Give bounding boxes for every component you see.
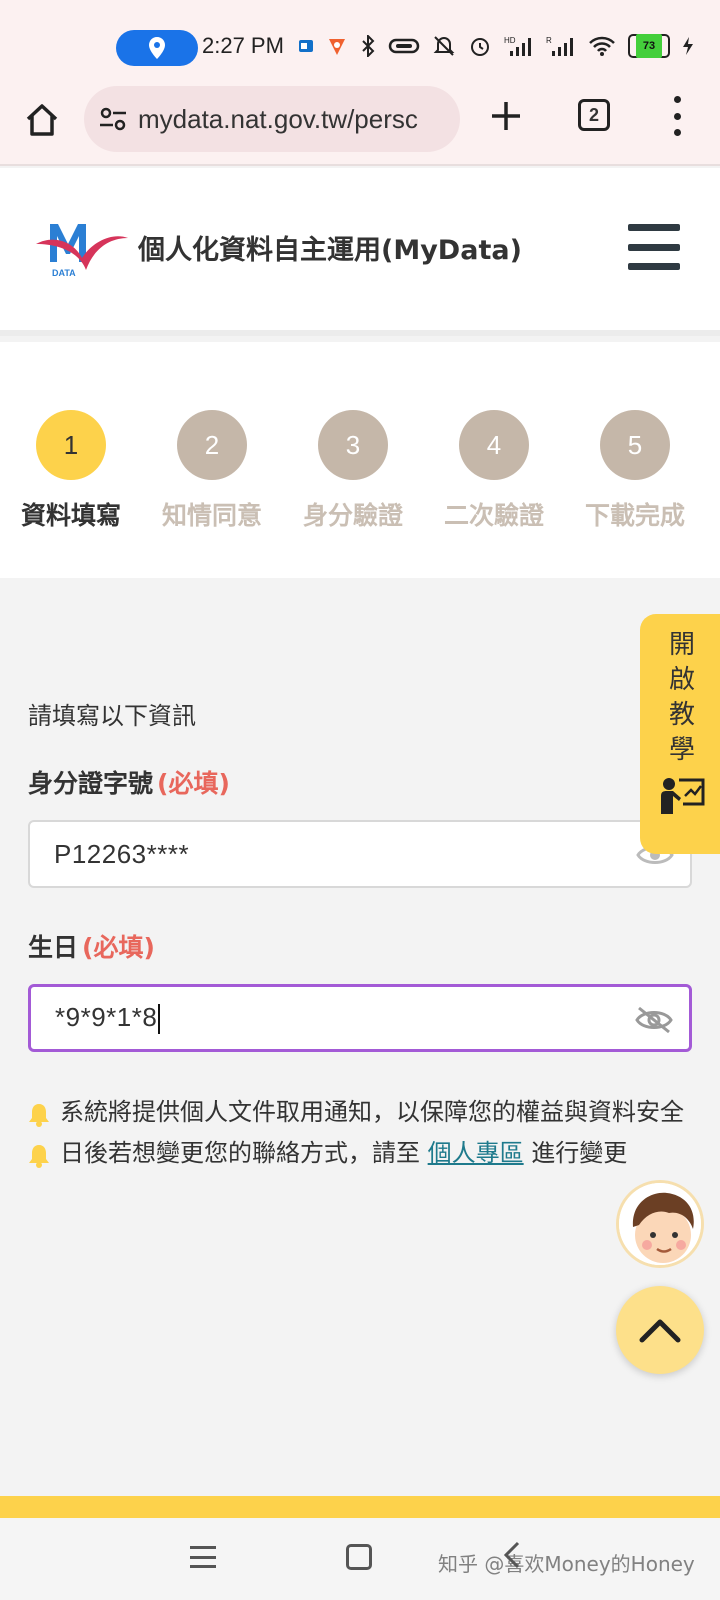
step-number: 5: [600, 410, 670, 480]
step-label: 身分驗證: [302, 501, 403, 530]
recent-apps-icon[interactable]: [190, 1546, 216, 1568]
tab-switcher-button[interactable]: 2: [578, 99, 610, 131]
notice-text: 進行變更: [523, 1139, 628, 1167]
vibrate-icon: [388, 34, 420, 58]
home-nav-icon[interactable]: [346, 1544, 372, 1570]
site-settings-icon[interactable]: [98, 104, 128, 134]
id-number-value: P12263****: [54, 838, 190, 869]
browser-toolbar: mydata.nat.gov.tw/persc 2: [0, 86, 720, 166]
notice-text: 系統將提供個人文件取用通知，以保障您的權益與資料安全: [60, 1098, 684, 1126]
step-2: 2 知情同意: [140, 410, 284, 532]
url-text: mydata.nat.gov.tw/persc: [138, 103, 418, 134]
birthday-value-text: *9*9*1*8: [55, 1001, 158, 1032]
bell-icon: [29, 1104, 49, 1127]
new-tab-icon[interactable]: [488, 98, 524, 134]
system-nav-bar: 知乎 @喜欢Money的Honey: [0, 1518, 720, 1600]
form-section: 請填寫以下資訊 身分證字號 (必填) P12263**** 生日 (必填) *9*9…: [0, 578, 720, 1496]
alarm-icon: [468, 34, 492, 58]
status-icons: HD R 73: [298, 34, 694, 58]
footer-stripe: [0, 1496, 720, 1518]
required-marker: (必填): [157, 769, 230, 798]
birthday-label-text: 生日: [28, 933, 79, 962]
step-number: 2: [177, 410, 247, 480]
chevron-up-icon: [639, 1319, 681, 1343]
step-1: 1 資料填寫: [0, 410, 143, 532]
birthday-value: *9*9*1*8: [55, 1001, 161, 1035]
step-3: 3 身分驗證: [281, 410, 425, 532]
wifi-icon: [588, 34, 616, 58]
mydata-logo[interactable]: DATA: [34, 214, 130, 280]
outlook-icon: [298, 34, 314, 58]
bluetooth-icon: [360, 34, 376, 58]
required-marker: (必填): [82, 933, 155, 962]
form-intro: 請填寫以下資訊: [28, 702, 196, 730]
notice-item: 系統將提供個人文件取用通知，以保障您的權益與資料安全: [26, 1092, 686, 1133]
battery-icon: 73: [628, 34, 670, 58]
bell-icon: [29, 1145, 49, 1168]
step-number: 1: [36, 410, 106, 480]
site-header: DATA 個人化資料自主運用(MyData): [0, 168, 720, 336]
step-number: 4: [459, 410, 529, 480]
tutorial-tab[interactable]: 開啟教學: [640, 614, 720, 854]
hamburger-menu-icon[interactable]: [628, 224, 680, 270]
battery-level: 73: [635, 34, 663, 58]
notice-item: 日後若想變更您的聯絡方式，請至 個人專區 進行變更: [26, 1133, 686, 1174]
birthday-label: 生日 (必填): [28, 928, 155, 964]
signal-hd-icon: HD: [504, 34, 534, 58]
assistant-avatar[interactable]: [616, 1180, 704, 1268]
step-label: 二次驗證: [443, 501, 544, 530]
step-label: 知情同意: [161, 501, 262, 530]
browser-menu-icon[interactable]: [668, 96, 686, 136]
id-number-label-text: 身分證字號: [28, 769, 154, 798]
site-title: 個人化資料自主運用(MyData): [138, 235, 522, 266]
step-4: 4 二次驗證: [422, 410, 566, 532]
app-icon: [326, 34, 348, 58]
text-caret: [158, 1004, 161, 1035]
step-label: 資料填寫: [20, 501, 121, 530]
location-icon: [149, 37, 165, 59]
status-bar: 2:27 PM HD R 73: [0, 0, 720, 86]
scroll-to-top-button[interactable]: [616, 1286, 704, 1374]
home-icon[interactable]: [22, 100, 62, 140]
notice-text: 日後若想變更您的聯絡方式，請至: [60, 1139, 428, 1167]
step-5: 5 下載完成: [563, 410, 707, 532]
progress-steps: 1 資料填寫 2 知情同意 3 身分驗證 4 二次驗證 5 下載完成: [0, 342, 720, 578]
url-bar[interactable]: mydata.nat.gov.tw/persc: [84, 86, 460, 152]
birthday-input[interactable]: *9*9*1*8: [28, 984, 692, 1052]
step-label: 下載完成: [584, 501, 685, 530]
teacher-icon: [661, 778, 705, 814]
svg-text:DATA: DATA: [52, 268, 76, 278]
tutorial-label: 開啟教學: [668, 630, 695, 765]
charging-icon: [682, 34, 694, 58]
personal-area-link[interactable]: 個人專區: [428, 1139, 524, 1167]
id-number-input[interactable]: P12263****: [28, 820, 692, 888]
watermark: 知乎 @喜欢Money的Honey: [438, 1552, 695, 1576]
svg-text:R: R: [546, 36, 552, 45]
signal-r-icon: R: [546, 34, 576, 58]
eye-off-icon[interactable]: [635, 1005, 673, 1035]
notice-list: 系統將提供個人文件取用通知，以保障您的權益與資料安全 日後若想變更您的聯絡方式，…: [26, 1092, 686, 1174]
mute-icon: [432, 34, 456, 58]
id-number-label: 身分證字號 (必填): [28, 764, 230, 800]
status-time: 2:27 PM: [202, 33, 284, 58]
step-number: 3: [318, 410, 388, 480]
location-pill[interactable]: [116, 30, 198, 66]
svg-text:HD: HD: [504, 36, 516, 45]
